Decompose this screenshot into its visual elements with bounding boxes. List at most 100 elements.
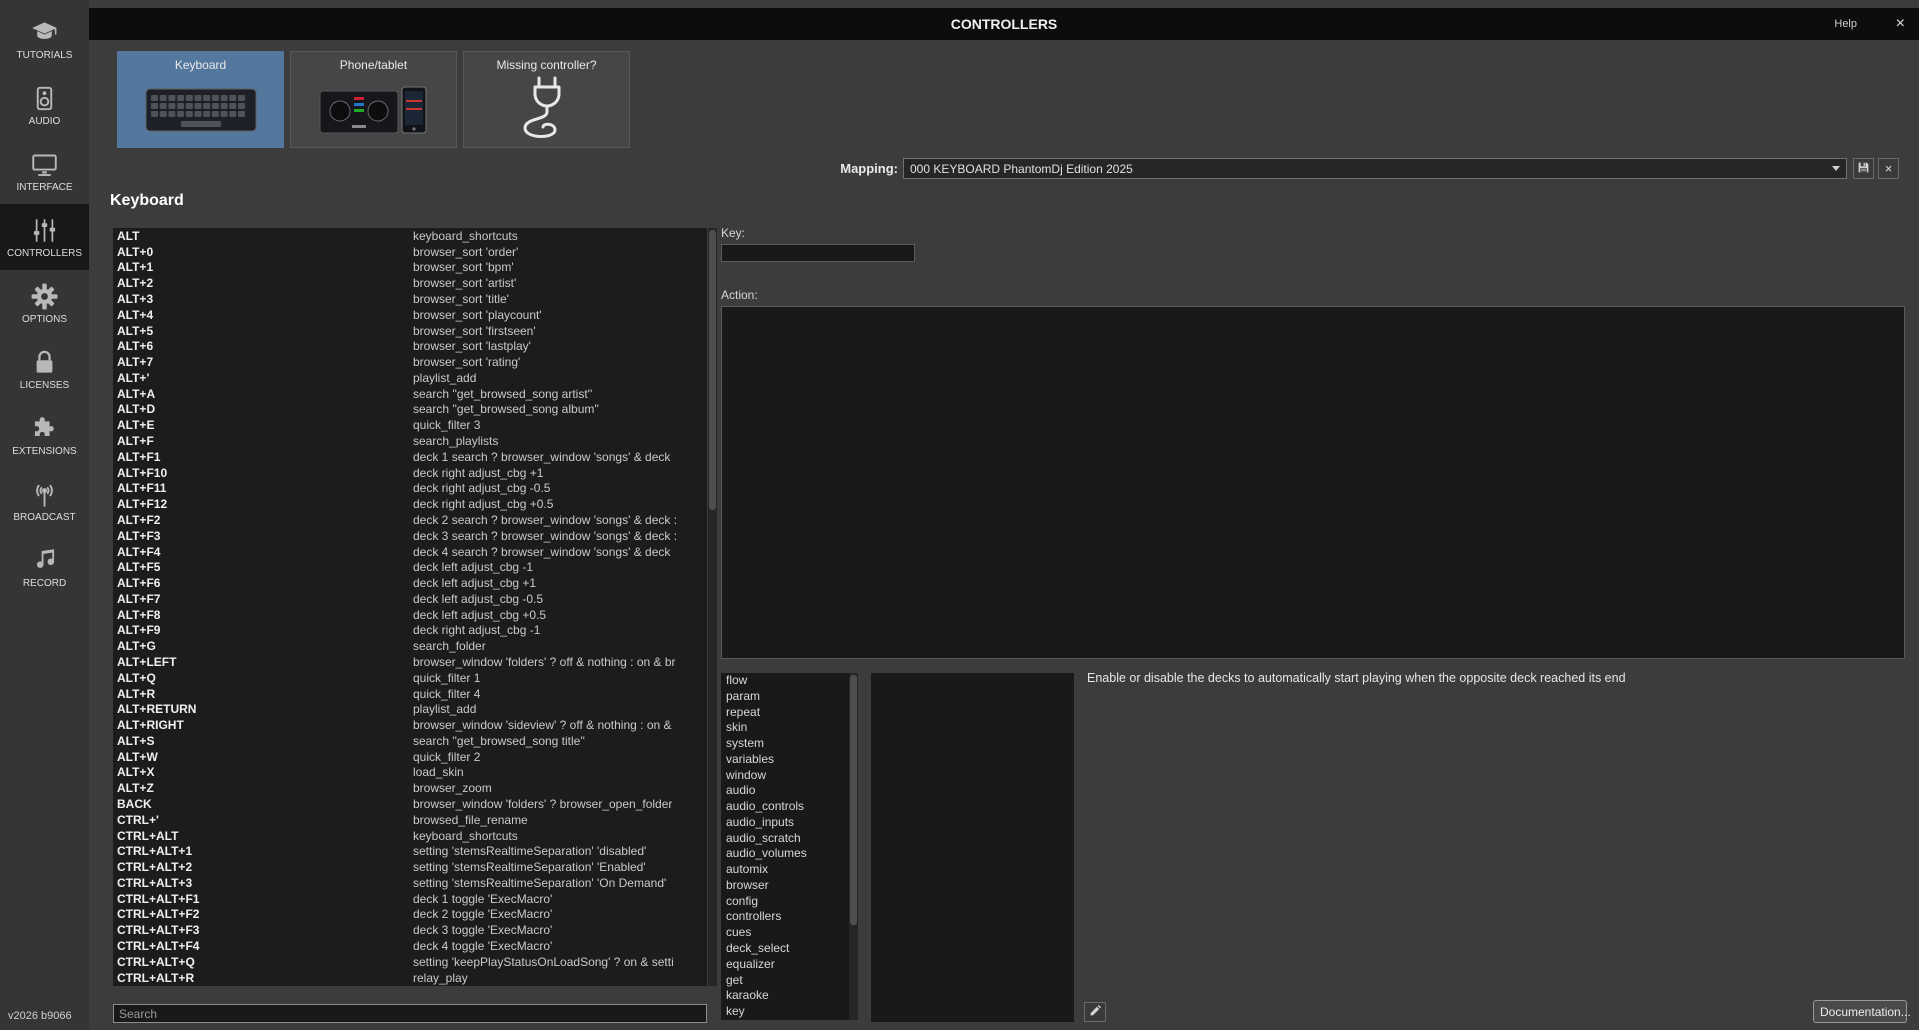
documentation-button[interactable]: Documentation... <box>1813 1000 1907 1023</box>
shortcut-row[interactable]: ALT+RETURNplaylist_add <box>113 701 707 717</box>
category-item[interactable]: audio_inputs <box>721 815 849 831</box>
sidebar-item-tutorials[interactable]: TUTORIALS <box>0 6 89 72</box>
shortcut-row[interactable]: ALT+3browser_sort 'title' <box>113 291 707 307</box>
shortcut-row[interactable]: ALT+LEFTbrowser_window 'folders' ? off &… <box>113 654 707 670</box>
shortcut-row[interactable]: ALT+F2deck 2 search ? browser_window 'so… <box>113 512 707 528</box>
shortcut-action: browser_sort 'playcount' <box>413 308 707 322</box>
help-link[interactable]: Help <box>1834 8 1857 40</box>
tab-phone-tablet[interactable]: Phone/tablet <box>290 51 457 148</box>
category-item[interactable]: equalizer <box>721 957 849 973</box>
category-item[interactable]: browser <box>721 878 849 894</box>
shortcut-row[interactable]: ALT+F1deck 1 search ? browser_window 'so… <box>113 449 707 465</box>
category-item[interactable]: config <box>721 894 849 910</box>
category-item[interactable]: skin <box>721 720 849 736</box>
category-item[interactable]: audio_controls <box>721 799 849 815</box>
sidebar-item-broadcast[interactable]: BROADCAST <box>0 468 89 534</box>
category-item[interactable]: get <box>721 973 849 989</box>
scrollbar-thumb[interactable] <box>850 675 857 925</box>
category-item[interactable]: repeat <box>721 705 849 721</box>
shortcut-row[interactable]: CTRL+ALT+F1deck 1 toggle 'ExecMacro' <box>113 891 707 907</box>
category-item[interactable]: flow <box>721 673 849 689</box>
shortcut-row[interactable]: ALT+F5deck left adjust_cbg -1 <box>113 559 707 575</box>
sidebar-item-licenses[interactable]: LICENSES <box>0 336 89 402</box>
shortcut-row[interactable]: CTRL+ALT+F3deck 3 toggle 'ExecMacro' <box>113 922 707 938</box>
category-item[interactable]: automix <box>721 862 849 878</box>
shortcut-row[interactable]: CTRL+ALT+1setting 'stemsRealtimeSeparati… <box>113 843 707 859</box>
save-mapping-button[interactable] <box>1853 158 1874 179</box>
shortcut-row[interactable]: ALT+Ssearch ''get_browsed_song title'' <box>113 733 707 749</box>
category-item[interactable]: deck_select <box>721 941 849 957</box>
category-item[interactable]: audio_volumes <box>721 846 849 862</box>
shortcut-row[interactable]: CTRL+ALTkeyboard_shortcuts <box>113 828 707 844</box>
category-item[interactable]: system <box>721 736 849 752</box>
category-item[interactable]: controllers <box>721 909 849 925</box>
shortcut-row[interactable]: ALT+F10deck right adjust_cbg +1 <box>113 465 707 481</box>
shortcut-row[interactable]: ALT+F6deck left adjust_cbg +1 <box>113 575 707 591</box>
category-item[interactable]: key <box>721 1004 849 1020</box>
shortcut-row[interactable]: ALT+F8deck left adjust_cbg +0.5 <box>113 607 707 623</box>
shortcut-row[interactable]: ALT+F11deck right adjust_cbg -0.5 <box>113 481 707 497</box>
shortcut-row[interactable]: ALT+F4deck 4 search ? browser_window 'so… <box>113 544 707 560</box>
category-item[interactable]: param <box>721 689 849 705</box>
shortcut-row[interactable]: ALTkeyboard_shortcuts <box>113 228 707 244</box>
category-item[interactable]: audio_scratch <box>721 831 849 847</box>
delete-mapping-button[interactable]: × <box>1878 158 1899 179</box>
shortcut-row[interactable]: BACKbrowser_window 'folders' ? browser_o… <box>113 796 707 812</box>
shortcut-row[interactable]: ALT+Rquick_filter 4 <box>113 686 707 702</box>
search-input[interactable] <box>113 1004 707 1023</box>
shortcut-row[interactable]: ALT+Equick_filter 3 <box>113 417 707 433</box>
shortcut-row[interactable]: ALT+Wquick_filter 2 <box>113 749 707 765</box>
shortcut-row[interactable]: CTRL+'browsed_file_rename <box>113 812 707 828</box>
mapping-select[interactable]: 000 KEYBOARD PhantomDj Edition 2025 <box>903 158 1847 179</box>
category-item[interactable]: cues <box>721 925 849 941</box>
shortcut-row[interactable]: ALT+4browser_sort 'playcount' <box>113 307 707 323</box>
shortcut-row[interactable]: ALT+'playlist_add <box>113 370 707 386</box>
shortcut-row[interactable]: ALT+F9deck right adjust_cbg -1 <box>113 623 707 639</box>
tab-keyboard[interactable]: Keyboard <box>117 51 284 148</box>
shortcut-row[interactable]: ALT+F12deck right adjust_cbg +0.5 <box>113 496 707 512</box>
subcategory-list[interactable] <box>871 673 1074 1022</box>
category-list[interactable]: flowparamrepeatskinsystemvariableswindow… <box>721 673 849 1020</box>
shortcut-row[interactable]: CTRL+ALT+F4deck 4 toggle 'ExecMacro' <box>113 938 707 954</box>
shortcut-row[interactable]: ALT+6browser_sort 'lastplay' <box>113 338 707 354</box>
shortcut-row[interactable]: CTRL+ALT+Rrelay_play <box>113 970 707 986</box>
shortcut-row[interactable]: ALT+Qquick_filter 1 <box>113 670 707 686</box>
sidebar-item-controllers[interactable]: CONTROLLERS <box>0 204 89 270</box>
shortcut-list[interactable]: ALTkeyboard_shortcutsALT+0browser_sort '… <box>113 228 707 986</box>
scrollbar-thumb[interactable] <box>709 230 716 510</box>
shortcut-row[interactable]: ALT+F7deck left adjust_cbg -0.5 <box>113 591 707 607</box>
shortcut-row[interactable]: ALT+0browser_sort 'order' <box>113 244 707 260</box>
shortcut-row[interactable]: ALT+7browser_sort 'rating' <box>113 354 707 370</box>
category-item[interactable]: karaoke <box>721 988 849 1004</box>
sidebar-item-options[interactable]: OPTIONS <box>0 270 89 336</box>
shortcut-row[interactable]: ALT+Gsearch_folder <box>113 638 707 654</box>
action-editor[interactable] <box>721 306 1905 659</box>
shortcut-row[interactable]: ALT+Zbrowser_zoom <box>113 780 707 796</box>
sidebar-item-interface[interactable]: INTERFACE <box>0 138 89 204</box>
shortcut-row[interactable]: CTRL+ALT+Qsetting 'keepPlayStatusOnLoadS… <box>113 954 707 970</box>
category-item[interactable]: audio <box>721 783 849 799</box>
edit-button[interactable] <box>1084 1002 1106 1022</box>
key-input[interactable] <box>721 244 915 262</box>
shortcut-row[interactable]: CTRL+ALT+F2deck 2 toggle 'ExecMacro' <box>113 907 707 923</box>
category-item[interactable]: variables <box>721 752 849 768</box>
tab-missing-controller[interactable]: Missing controller? <box>463 51 630 148</box>
shortcut-list-scrollbar[interactable] <box>708 228 717 986</box>
shortcut-row[interactable]: ALT+Fsearch_playlists <box>113 433 707 449</box>
close-icon[interactable]: × <box>1896 8 1905 40</box>
sidebar-item-extensions[interactable]: EXTENSIONS <box>0 402 89 468</box>
shortcut-row[interactable]: ALT+RIGHTbrowser_window 'sideview' ? off… <box>113 717 707 733</box>
shortcut-row[interactable]: ALT+Xload_skin <box>113 765 707 781</box>
shortcut-row[interactable]: ALT+2browser_sort 'artist' <box>113 275 707 291</box>
sidebar-item-audio[interactable]: AUDIO <box>0 72 89 138</box>
category-item[interactable]: window <box>721 768 849 784</box>
sidebar-item-record[interactable]: RECORD <box>0 534 89 600</box>
category-list-scrollbar[interactable] <box>849 673 858 1020</box>
shortcut-row[interactable]: ALT+F3deck 3 search ? browser_window 'so… <box>113 528 707 544</box>
shortcut-row[interactable]: ALT+1browser_sort 'bpm' <box>113 260 707 276</box>
shortcut-row[interactable]: CTRL+ALT+3setting 'stemsRealtimeSeparati… <box>113 875 707 891</box>
shortcut-row[interactable]: ALT+5browser_sort 'firstseen' <box>113 323 707 339</box>
shortcut-row[interactable]: CTRL+ALT+2setting 'stemsRealtimeSeparati… <box>113 859 707 875</box>
shortcut-row[interactable]: ALT+Dsearch ''get_browsed_song album'' <box>113 402 707 418</box>
shortcut-row[interactable]: ALT+Asearch ''get_browsed_song artist'' <box>113 386 707 402</box>
